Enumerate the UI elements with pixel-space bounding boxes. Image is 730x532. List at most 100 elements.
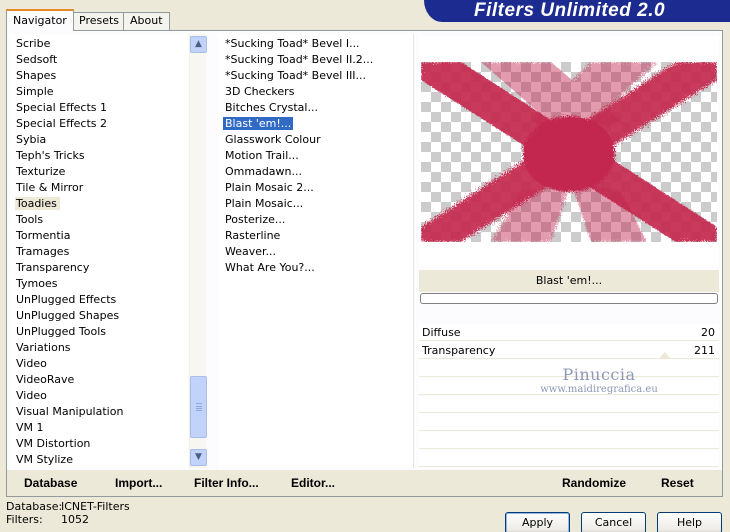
category-list[interactable]: Scribe Sedsoft Shapes Simple Special Effects… [10, 34, 188, 468]
category-item[interactable]: VM Stylize [10, 452, 188, 468]
category-item[interactable]: VideoRave [10, 372, 188, 388]
list-item-label: Ommadawn... [225, 165, 303, 178]
category-item[interactable]: UnPlugged Shapes [10, 308, 188, 324]
list-item-label: VideoRave [16, 373, 75, 386]
category-item[interactable]: Simple [10, 84, 188, 100]
category-item[interactable]: UnPlugged Tools [10, 324, 188, 340]
list-item-label: Transparency [16, 261, 90, 274]
param-label: Diffuse [422, 326, 461, 339]
filter-item[interactable]: Blast 'em!... [218, 116, 413, 132]
list-item-label: *Sucking Toad* Bevel II.2... [225, 53, 374, 66]
category-item[interactable]: Transparency [10, 260, 188, 276]
category-item[interactable]: Texturize [10, 164, 188, 180]
category-item[interactable]: Tile & Mirror [10, 180, 188, 196]
filter-item[interactable]: Rasterline [218, 228, 413, 244]
list-item-label: Video [16, 389, 47, 402]
filter-list[interactable]: *Sucking Toad* Bevel I... *Sucking Toad* … [218, 34, 414, 468]
list-item-label: Simple [16, 85, 54, 98]
editor-button[interactable]: Editor... [291, 470, 335, 496]
param-value: 211 [694, 344, 715, 357]
list-item-label: VM 1 [16, 421, 44, 434]
tab-about[interactable]: About [123, 12, 170, 30]
filter-item[interactable]: Ommadawn... [218, 164, 413, 180]
category-item[interactable]: Special Effects 2 [10, 116, 188, 132]
tab-presets[interactable]: Presets [72, 12, 127, 30]
param-row-empty [419, 396, 719, 413]
list-item-label: Motion Trail... [225, 149, 299, 162]
category-item[interactable]: Visual Manipulation [10, 404, 188, 420]
watermark-name: Pinuccia [562, 365, 636, 384]
reset-button[interactable]: Reset [661, 470, 694, 496]
category-item[interactable]: Toadies [10, 196, 188, 212]
list-item-label: Special Effects 2 [16, 117, 108, 130]
status-filters: Filters: 1052 [6, 513, 89, 526]
list-item-label: Glasswork Colour [225, 133, 321, 146]
title-banner: Filters Unlimited 2.0 [424, 0, 730, 22]
list-item-label: UnPlugged Tools [16, 325, 106, 338]
preview-progress-bar [420, 293, 718, 304]
import-button[interactable]: Import... [115, 470, 162, 496]
category-item[interactable]: Tymoes [10, 276, 188, 292]
list-item-label: *Sucking Toad* Bevel I... [225, 37, 360, 50]
scroll-up-button[interactable]: ▲ [190, 36, 207, 53]
param-row-diffuse[interactable]: Diffuse 20 [419, 324, 719, 341]
chevron-down-icon: ▼ [195, 452, 202, 462]
filter-item[interactable]: Bitches Crystal... [218, 100, 413, 116]
preview-filter-name: Blast 'em!... [419, 270, 719, 292]
tab-navigator[interactable]: Navigator [6, 9, 74, 31]
category-item[interactable]: Tools [10, 212, 188, 228]
filter-item[interactable]: Weaver... [218, 244, 413, 260]
param-row-transparency[interactable]: Transparency 211 [419, 342, 719, 359]
filter-item[interactable]: Plain Mosaic... [218, 196, 413, 212]
category-item[interactable]: Sybia [10, 132, 188, 148]
list-item-label: What Are You?... [225, 261, 315, 274]
apply-button[interactable]: Apply [505, 512, 570, 532]
category-item[interactable]: Special Effects 1 [10, 100, 188, 116]
param-row-empty [419, 414, 719, 431]
category-item[interactable]: Sedsoft [10, 52, 188, 68]
preview-image [421, 62, 717, 242]
filter-item[interactable]: Plain Mosaic 2... [218, 180, 413, 196]
category-item[interactable]: Teph's Tricks [10, 148, 188, 164]
category-item[interactable]: UnPlugged Effects [10, 292, 188, 308]
category-item[interactable]: Video [10, 388, 188, 404]
list-item-label: 3D Checkers [225, 85, 295, 98]
status-value: 1052 [61, 513, 89, 526]
filter-item[interactable]: Glasswork Colour [218, 132, 413, 148]
category-item[interactable]: Video [10, 356, 188, 372]
filter-item[interactable]: *Sucking Toad* Bevel I... [218, 36, 413, 52]
list-item-label: Posterize... [225, 213, 286, 226]
category-item[interactable]: Tormentia [10, 228, 188, 244]
list-item-label: VM Stylize [16, 453, 73, 466]
filter-item[interactable]: What Are You?... [218, 260, 413, 276]
list-item-label: Bitches Crystal... [225, 101, 318, 114]
list-item-label: Sedsoft [16, 53, 58, 66]
category-item[interactable]: VM Distortion [10, 436, 188, 452]
category-scrollbar[interactable]: ▲ ▼ [189, 34, 207, 468]
list-item-label: Tramages [16, 245, 70, 258]
grip-icon [196, 403, 202, 411]
category-item[interactable]: Scribe [10, 36, 188, 52]
filter-item[interactable]: *Sucking Toad* Bevel III... [218, 68, 413, 84]
status-database: Database: ICNET-Filters [6, 500, 130, 513]
preview-area [419, 36, 719, 266]
scroll-thumb[interactable] [190, 376, 207, 438]
filter-info-button[interactable]: Filter Info... [194, 470, 259, 496]
filter-item[interactable]: 3D Checkers [218, 84, 413, 100]
cancel-button[interactable]: Cancel [581, 512, 646, 532]
randomize-button[interactable]: Randomize [562, 470, 626, 496]
list-item-label: UnPlugged Effects [16, 293, 117, 306]
param-row-empty [419, 450, 719, 467]
filter-item[interactable]: *Sucking Toad* Bevel II.2... [218, 52, 413, 68]
list-item-label: Tools [16, 213, 44, 226]
database-button[interactable]: Database [24, 470, 77, 496]
category-item[interactable]: VM 1 [10, 420, 188, 436]
help-button[interactable]: Help [657, 512, 722, 532]
filter-item[interactable]: Motion Trail... [218, 148, 413, 164]
filter-item[interactable]: Posterize... [218, 212, 413, 228]
category-item[interactable]: Tramages [10, 244, 188, 260]
list-item-label: Plain Mosaic... [225, 197, 304, 210]
category-item[interactable]: Variations [10, 340, 188, 356]
category-item[interactable]: Shapes [10, 68, 188, 84]
scroll-down-button[interactable]: ▼ [190, 449, 207, 466]
